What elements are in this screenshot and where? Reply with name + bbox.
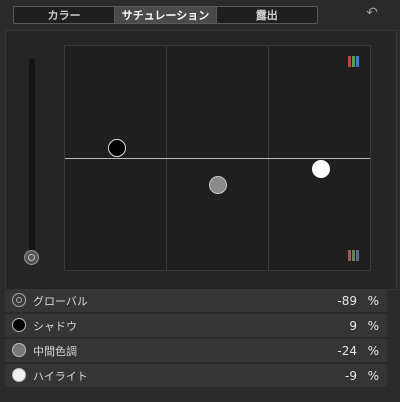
red-bar [348, 56, 351, 67]
row-value[interactable]: 9 [349, 319, 357, 333]
midtone-puck-icon [12, 343, 26, 357]
highlight-puck-icon [12, 368, 26, 382]
highlight-puck[interactable] [312, 160, 330, 178]
tab-bar: カラー サチュレーション 露出 [13, 6, 318, 24]
green-bar [352, 56, 355, 67]
grid-center-line [65, 158, 370, 159]
row-midtone[interactable]: 中間色調 -24 % [5, 339, 387, 362]
row-highlight[interactable]: ハイライト -9 % [5, 364, 387, 387]
midtone-puck[interactable] [209, 176, 227, 194]
row-unit: % [367, 293, 379, 308]
row-label: ハイライト [33, 369, 88, 383]
row-value[interactable]: -89 [337, 294, 357, 308]
shadow-puck-icon [12, 318, 26, 332]
global-slider-track[interactable] [29, 58, 35, 256]
rgb-bars-icon [348, 56, 359, 67]
row-unit: % [367, 368, 379, 383]
row-label: グローバル [33, 294, 88, 308]
row-unit: % [367, 318, 379, 333]
row-shadow[interactable]: シャドウ 9 % [5, 314, 387, 337]
row-label: 中間色調 [33, 344, 77, 358]
row-value[interactable]: -9 [345, 369, 357, 383]
row-global[interactable]: グローバル -89 % [5, 289, 387, 312]
tab-color[interactable]: カラー [14, 7, 116, 23]
undo-icon[interactable]: ↶ [364, 5, 380, 21]
muted-green-bar [352, 250, 355, 261]
parameter-list: グローバル -89 % シャドウ 9 % 中間色調 -24 % ハイライト -9… [5, 289, 387, 389]
muted-red-bar [348, 250, 351, 261]
row-value[interactable]: -24 [337, 344, 357, 358]
global-puck-icon [12, 293, 26, 307]
tab-exposure[interactable]: 露出 [217, 7, 317, 23]
global-slider-knob[interactable] [24, 250, 39, 265]
shadow-puck[interactable] [108, 139, 126, 157]
muted-bars-icon [348, 250, 359, 261]
muted-blue-bar [356, 250, 359, 261]
row-label: シャドウ [33, 319, 77, 333]
tab-saturation[interactable]: サチュレーション [115, 7, 217, 23]
blue-bar [356, 56, 359, 67]
row-unit: % [367, 343, 379, 358]
saturation-grid[interactable] [64, 45, 371, 271]
